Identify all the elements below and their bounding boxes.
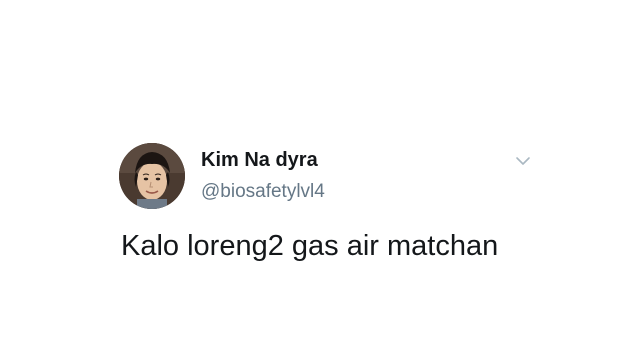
tweet-text: Kalo loreng2 gas air matchan <box>121 230 499 262</box>
user-handle[interactable]: @biosafetylvl4 <box>201 180 325 204</box>
tweet-card: Kim Na dyra @biosafetylvl4 Kalo loreng2 … <box>0 0 640 360</box>
tweet-menu-button[interactable] <box>512 150 534 172</box>
avatar[interactable] <box>119 143 185 209</box>
chevron-down-icon <box>516 157 530 165</box>
profile-photo-icon <box>119 143 185 209</box>
display-name[interactable]: Kim Na dyra <box>201 148 318 172</box>
